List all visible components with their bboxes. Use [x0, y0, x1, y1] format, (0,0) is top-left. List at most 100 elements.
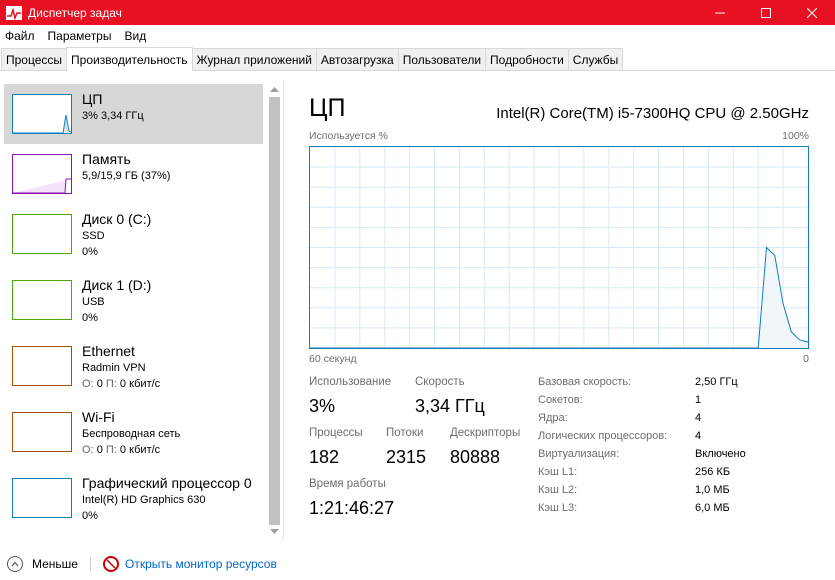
gpu-thumbnail-graph — [12, 478, 72, 518]
sockets-value: 1 — [695, 394, 702, 406]
processes-label: Процессы — [309, 427, 363, 439]
fewer-details-label: Меньше — [32, 557, 78, 571]
resource-name: Графический процессор 0 — [82, 475, 252, 491]
resource-item-disk1[interactable]: Диск 1 (D:) USB 0% — [4, 270, 263, 330]
logical-processors-value: 4 — [695, 430, 702, 442]
uptime-label: Время работы — [309, 478, 386, 490]
handles-value: 80888 — [450, 447, 501, 467]
resource-usage: 0% — [82, 246, 98, 258]
task-manager-icon — [6, 5, 22, 20]
resource-item-memory[interactable]: Память 5,9/15,9 ГБ (37%) — [4, 144, 263, 204]
cache-l1-label: Кэш L1: — [538, 466, 578, 478]
cpu-detail-pane: ЦП Intel(R) Core(TM) i5-7300HQ CPU @ 2.5… — [285, 80, 835, 540]
base-speed-label: Базовая скорость: — [538, 376, 632, 388]
resource-name: ЦП — [82, 91, 103, 107]
resource-item-ethernet[interactable]: Ethernet Radmin VPN О: 0 П: 0 кбит/с — [4, 336, 263, 396]
resource-detail: Radmin VPN — [82, 362, 146, 374]
resource-item-cpu[interactable]: ЦП 3% 3,34 ГГц — [4, 84, 263, 144]
wifi-thumbnail-graph — [12, 412, 72, 452]
disk1-thumbnail-graph — [12, 280, 72, 320]
minimize-icon — [715, 12, 725, 13]
resource-monitor-icon — [102, 556, 119, 572]
divider — [89, 557, 91, 571]
send-value: 0 — [96, 378, 103, 390]
usage-label: Использование — [309, 376, 392, 388]
resource-name: Wi-Fi — [82, 409, 115, 425]
cpu-model-name: Intel(R) Core(TM) i5-7300HQ CPU @ 2.50GH… — [496, 105, 809, 122]
cores-label: Ядра: — [538, 412, 568, 424]
tab-processes[interactable]: Процессы — [1, 48, 68, 70]
resource-detail: 5,9/15,9 ГБ (37%) — [82, 170, 171, 182]
cache-l1-value: 256 КБ — [695, 466, 731, 478]
tab-performance[interactable]: Производительность — [66, 47, 193, 71]
tab-startup[interactable]: Автозагрузка — [315, 48, 399, 70]
handles-label: Дескрипторы — [450, 427, 521, 439]
scroll-down-arrow-icon[interactable] — [267, 526, 282, 538]
resource-detail: 3% 3,34 ГГц — [82, 110, 144, 122]
uptime-value: 1:21:46:27 — [309, 498, 395, 518]
tab-app-history[interactable]: Журнал приложений — [191, 48, 317, 70]
cpu-usage-graph-svg — [310, 147, 808, 348]
receive-value: 0 кбит/с — [119, 444, 161, 456]
resource-item-gpu[interactable]: Графический процессор 0 Intel(R) HD Grap… — [4, 468, 263, 528]
menu-options[interactable]: Параметры — [48, 29, 112, 43]
receive-label: П: — [105, 378, 117, 390]
virtualization-label: Виртуализация: — [538, 448, 620, 460]
maximize-button[interactable] — [743, 0, 789, 25]
resource-list: ЦП 3% 3,34 ГГц Память 5,9/15,9 ГБ (37%) … — [0, 80, 284, 540]
open-resource-monitor-link[interactable]: Открыть монитор ресурсов — [125, 557, 277, 571]
cache-l2-value: 1,0 МБ — [695, 484, 730, 496]
menu-file[interactable]: Файл — [5, 29, 35, 43]
menu-view[interactable]: Вид — [124, 29, 146, 43]
receive-label: П: — [105, 444, 117, 456]
tab-users[interactable]: Пользователи — [397, 48, 487, 70]
cache-l3-value: 6,0 МБ — [695, 502, 730, 514]
cpu-usage-graph — [309, 146, 809, 349]
maximize-icon — [761, 7, 771, 18]
resource-detail: USB — [82, 296, 105, 308]
tab-services[interactable]: Службы — [567, 48, 624, 70]
usage-value: 3% — [309, 396, 336, 416]
minimize-button[interactable] — [697, 0, 743, 25]
base-speed-value: 2,50 ГГц — [695, 376, 738, 388]
send-label: О: — [82, 378, 94, 390]
resource-detail: SSD — [82, 230, 105, 242]
processes-value: 182 — [309, 447, 340, 467]
resource-throughput: О: 0 П: 0 кбит/с — [82, 376, 160, 392]
graph-label-max: 100% — [782, 130, 809, 142]
page-title: ЦП — [309, 94, 346, 122]
graph-label-zero: 0 — [803, 353, 809, 365]
chevron-up-icon — [7, 556, 23, 572]
close-icon — [807, 7, 817, 18]
logical-processors-label: Логических процессоров: — [538, 430, 668, 442]
cache-l2-label: Кэш L2: — [538, 484, 578, 496]
tab-details[interactable]: Подробности — [485, 48, 569, 70]
scroll-thumb[interactable] — [269, 97, 280, 525]
threads-label: Потоки — [386, 427, 424, 439]
resource-list-scrollbar[interactable] — [267, 80, 282, 540]
resource-item-disk0[interactable]: Диск 0 (C:) SSD 0% — [4, 204, 263, 264]
resource-usage: 0% — [82, 510, 98, 522]
receive-value: 0 кбит/с — [119, 378, 161, 390]
close-button[interactable] — [789, 0, 835, 25]
menu-bar: Файл Параметры Вид — [0, 25, 835, 47]
threads-value: 2315 — [386, 447, 427, 467]
resource-detail: Беспроводная сеть — [82, 428, 181, 440]
fewer-details-button[interactable]: Меньше — [7, 556, 78, 572]
speed-label: Скорость — [415, 376, 465, 388]
cache-l3-label: Кэш L3: — [538, 502, 578, 514]
disk0-thumbnail-graph — [12, 214, 72, 254]
bottom-bar: Меньше Открыть монитор ресурсов — [0, 552, 835, 576]
resource-name: Диск 1 (D:) — [82, 277, 152, 293]
title-bar: Диспетчер задач — [0, 0, 835, 25]
graph-label-time: 60 секунд — [309, 353, 357, 365]
speed-value: 3,34 ГГц — [415, 396, 485, 416]
ethernet-thumbnail-graph — [12, 346, 72, 386]
resource-detail: Intel(R) HD Graphics 630 — [82, 494, 206, 506]
resource-throughput: О: 0 П: 0 кбит/с — [82, 442, 180, 458]
resource-usage: 0% — [82, 312, 98, 324]
resource-name: Память — [82, 151, 131, 167]
scroll-up-arrow-icon[interactable] — [267, 83, 282, 95]
sockets-label: Сокетов: — [538, 394, 583, 406]
resource-item-wifi[interactable]: Wi-Fi Беспроводная сеть О: 0 П: 0 кбит/с — [4, 402, 263, 462]
